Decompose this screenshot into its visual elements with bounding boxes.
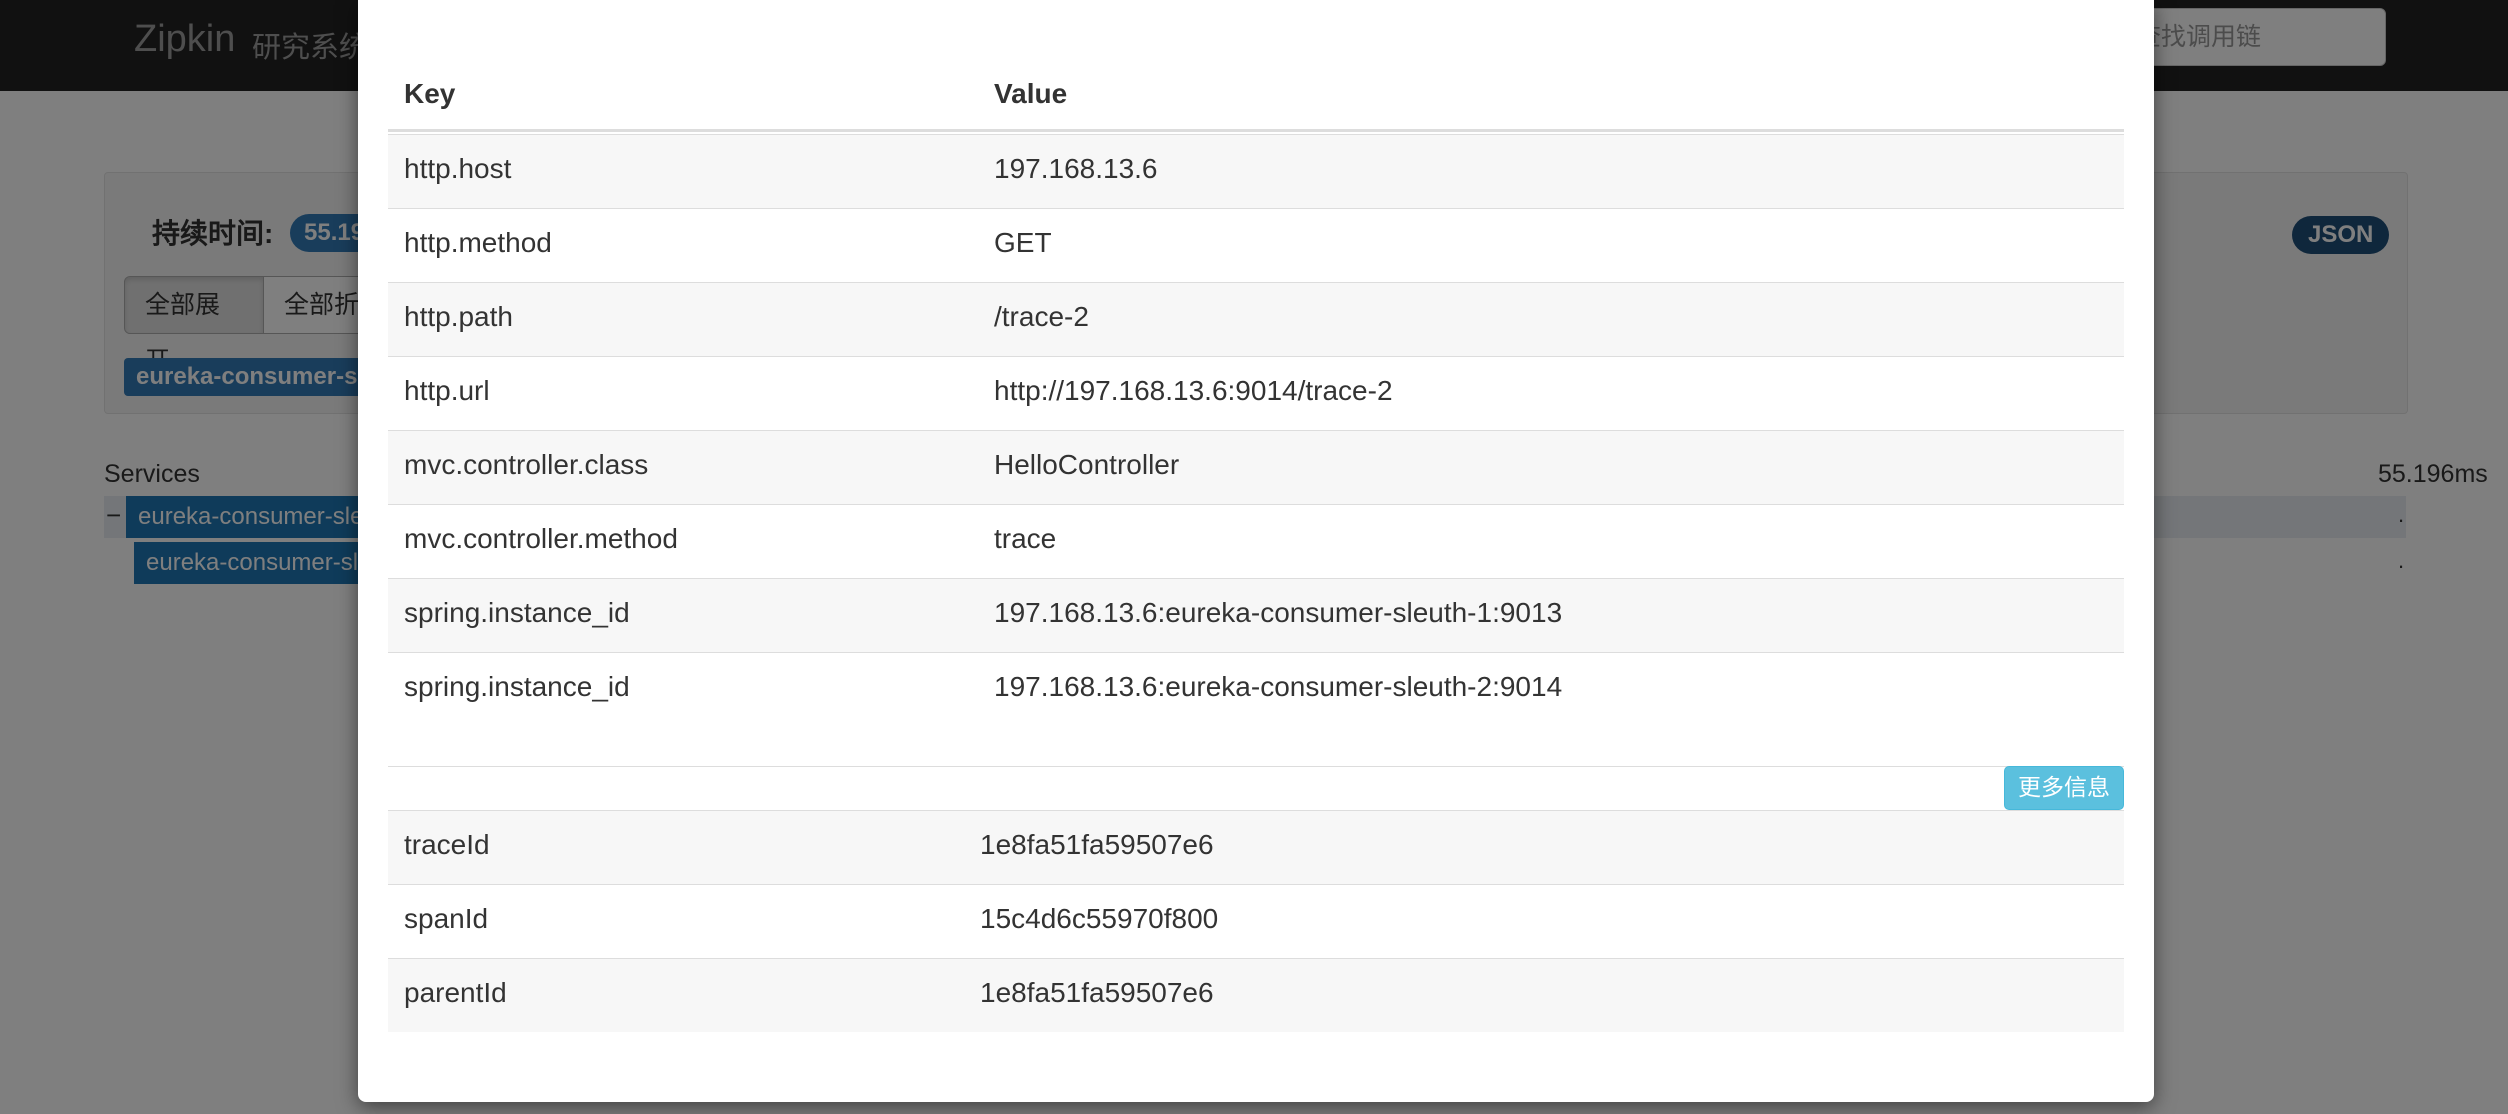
row-value: http://197.168.13.6:9014/trace-2 xyxy=(994,375,1393,406)
zipkin-trace-page: Zipkin 研究系统 ID查找调用链 持续时间: 55.19 全部展开 全部折… xyxy=(0,0,2508,1114)
row-key: http.method xyxy=(404,227,552,258)
row-key: http.url xyxy=(404,375,490,406)
value-column-header: Value xyxy=(994,78,1068,109)
table-row: spring.instance_id 197.168.13.6:eureka-c… xyxy=(388,652,2124,726)
table-row: http.method GET xyxy=(388,208,2124,282)
row-value: 197.168.13.6 xyxy=(994,153,1158,184)
row-value: 197.168.13.6:eureka-consumer-sleuth-2:90… xyxy=(994,671,1563,702)
row-key: mvc.controller.class xyxy=(404,449,649,480)
row-value: trace xyxy=(994,523,1057,554)
more-info-bar xyxy=(388,766,2124,810)
row-key: spring.instance_id xyxy=(404,671,630,702)
row-key: spring.instance_id xyxy=(404,597,630,628)
table-row: parentId 1e8fa51fa59507e6 xyxy=(388,958,2124,1032)
table-row: http.url http://197.168.13.6:9014/trace-… xyxy=(388,356,2124,430)
table-row: mvc.controller.class HelloController xyxy=(388,430,2124,504)
row-value: 1e8fa51fa59507e6 xyxy=(980,977,1214,1008)
table-row: mvc.controller.method trace xyxy=(388,504,2124,578)
table-row: traceId 1e8fa51fa59507e6 xyxy=(388,810,2124,884)
more-info-button[interactable]: 更多信息 xyxy=(2004,766,2124,810)
table-row: spring.instance_id 197.168.13.6:eureka-c… xyxy=(388,578,2124,652)
row-key: traceId xyxy=(404,829,490,860)
row-value: HelloController xyxy=(994,449,1180,480)
row-value: 197.168.13.6:eureka-consumer-sleuth-1:90… xyxy=(994,597,1563,628)
row-key: http.host xyxy=(404,153,512,184)
table-row: http.path /trace-2 xyxy=(388,282,2124,356)
table-row: http.host 197.168.13.6 xyxy=(388,134,2124,208)
annotations-table-header: Key Value xyxy=(388,60,2124,132)
table-row: spanId 15c4d6c55970f800 xyxy=(388,884,2124,958)
row-value: 15c4d6c55970f800 xyxy=(980,903,1219,934)
row-key: spanId xyxy=(404,903,489,934)
row-key: mvc.controller.method xyxy=(404,523,678,554)
row-value: GET xyxy=(994,227,1052,258)
key-column-header: Key xyxy=(404,78,456,109)
row-value: 1e8fa51fa59507e6 xyxy=(980,829,1214,860)
span-detail-modal: Key Value http.host 197.168.13.6 http.me… xyxy=(358,0,2154,1102)
row-value: /trace-2 xyxy=(994,301,1089,332)
row-key: parentId xyxy=(404,977,507,1008)
row-key: http.path xyxy=(404,301,513,332)
